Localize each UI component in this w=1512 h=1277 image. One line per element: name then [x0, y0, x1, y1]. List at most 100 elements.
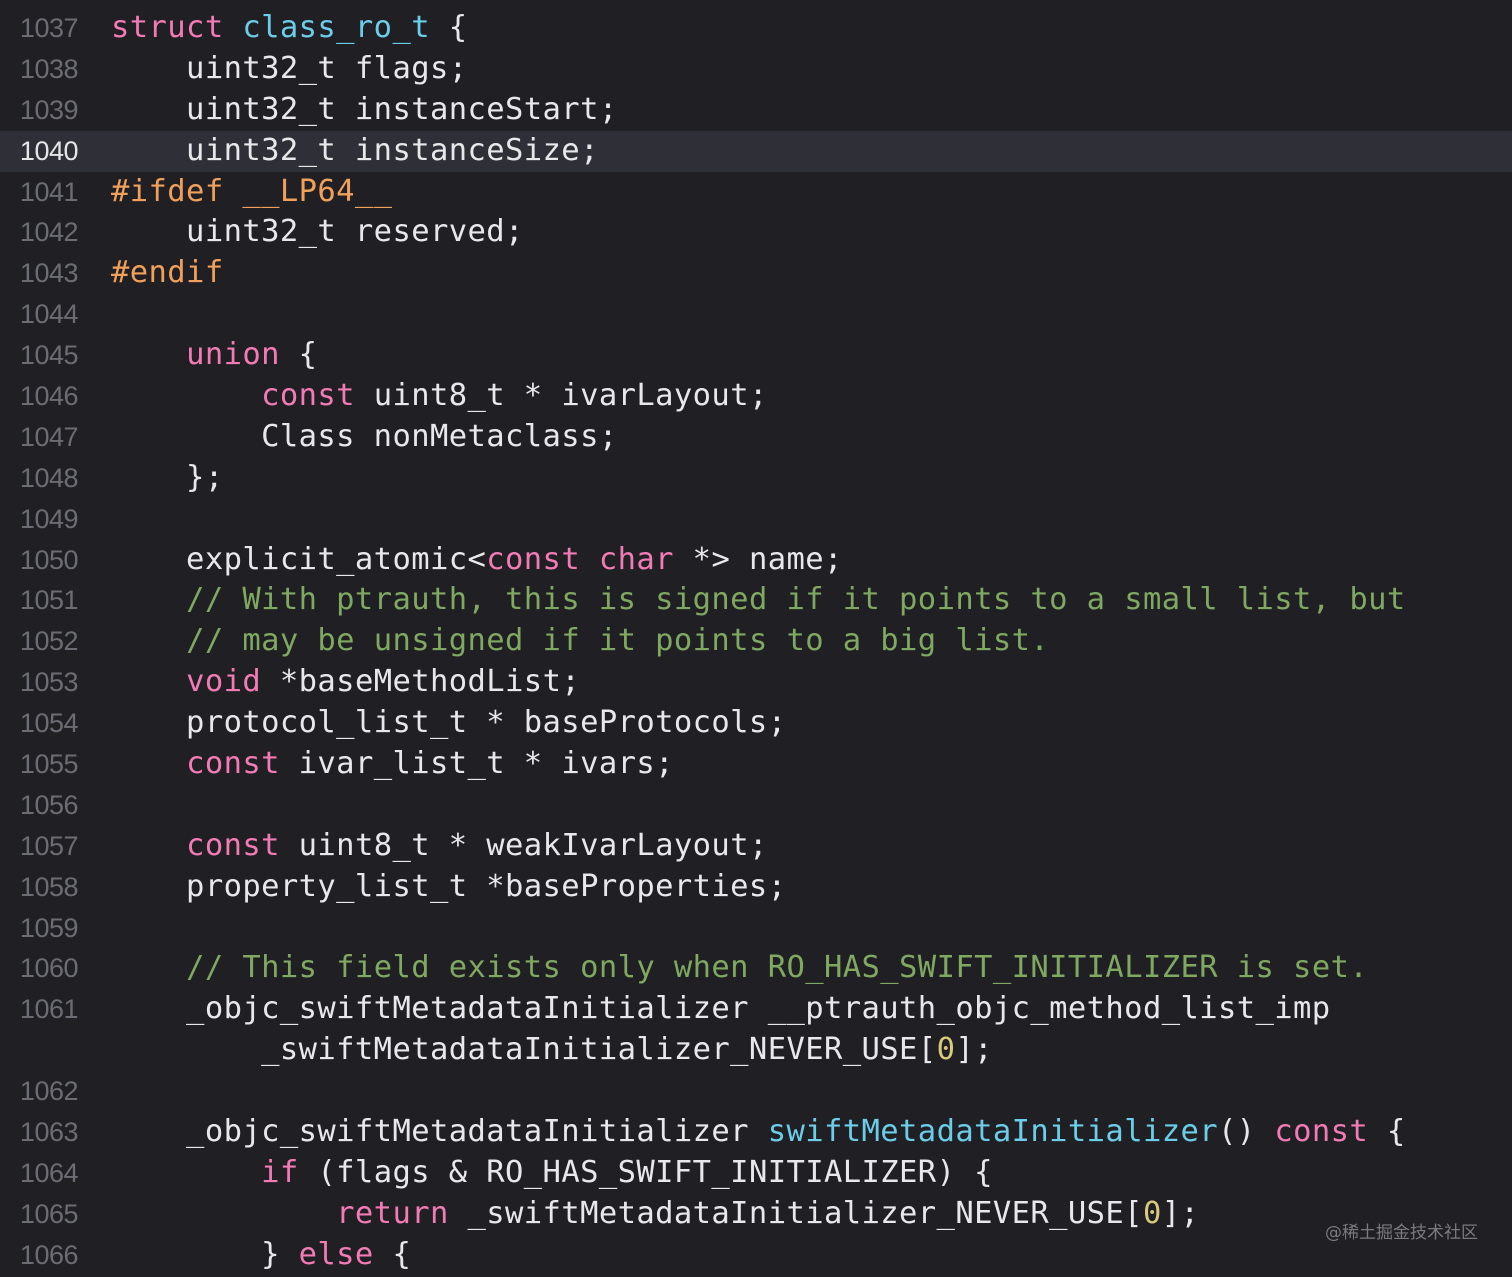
line-number[interactable]: 1054 [0, 703, 80, 744]
keyword-token: void [186, 664, 262, 700]
line-code[interactable]: }; [80, 458, 224, 499]
line-number[interactable]: 1052 [0, 621, 80, 662]
preprocessor-token: #ifdef __LP64__ [111, 173, 393, 209]
code-line[interactable]: 1043 #endif [0, 253, 1512, 294]
line-code[interactable]: if (flags & RO_HAS_SWIFT_INITIALIZER) { [80, 1153, 993, 1194]
line-number[interactable]: 1040 [0, 131, 80, 172]
line-code[interactable]: uint32_t instanceStart; [80, 90, 618, 131]
code-line[interactable]: 1059 [0, 908, 1512, 949]
line-number[interactable]: 1062 [0, 1071, 80, 1112]
code-line[interactable]: 1047 Class nonMetaclass; [0, 417, 1512, 458]
line-code[interactable]: const uint8_t * weakIvarLayout; [80, 826, 768, 867]
code-line[interactable]: 1061 _objc_swiftMetadataInitializer __pt… [0, 989, 1512, 1071]
line-number[interactable]: 1051 [0, 580, 80, 621]
code-line[interactable]: 1048 }; [0, 458, 1512, 499]
line-code[interactable]: Class nonMetaclass; [80, 417, 618, 458]
code-text-token: { [279, 337, 318, 373]
line-code[interactable]: protocol_list_t * baseProtocols; [80, 703, 786, 744]
line-code[interactable]: property_list_t *baseProperties; [80, 867, 786, 908]
line-number[interactable]: 1041 [0, 172, 80, 213]
line-number[interactable]: 1060 [0, 948, 80, 989]
code-text-token: }; [111, 459, 224, 495]
line-number[interactable]: 1064 [0, 1153, 80, 1194]
line-number[interactable]: 1050 [0, 540, 80, 581]
code-editor[interactable]: 1037 struct class_ro_t {1038 uint32_t fla… [0, 8, 1512, 1276]
keyword-token: union [186, 337, 280, 373]
code-line[interactable]: 1037 struct class_ro_t { [0, 8, 1512, 49]
line-code[interactable]: _objc_swiftMetadataInitializer __ptrauth… [80, 989, 1331, 1071]
line-code[interactable]: uint32_t reserved; [80, 212, 524, 253]
line-number[interactable]: 1056 [0, 785, 80, 826]
line-number[interactable]: 1037 [0, 8, 80, 49]
line-number[interactable]: 1045 [0, 335, 80, 376]
line-number[interactable]: 1038 [0, 49, 80, 90]
line-code[interactable]: explicit_atomic<const char *> name; [80, 540, 843, 581]
code-line[interactable]: 1038 uint32_t flags; [0, 49, 1512, 90]
line-number[interactable]: 1059 [0, 908, 80, 949]
line-number[interactable]: 1043 [0, 253, 80, 294]
code-line[interactable]: 1051 // With ptrauth, this is signed if … [0, 580, 1512, 621]
line-number[interactable]: 1055 [0, 744, 80, 785]
line-code[interactable]: uint32_t flags; [80, 49, 468, 90]
line-code[interactable]: void *baseMethodList; [80, 662, 580, 703]
code-text-token: } [111, 1236, 299, 1272]
line-number[interactable]: 1058 [0, 867, 80, 908]
code-line-current[interactable]: 1040 uint32_t instanceSize; [0, 130, 1512, 172]
code-line[interactable]: 1065 return _swiftMetadataInitializer_NE… [0, 1194, 1512, 1235]
line-code[interactable]: const ivar_list_t * ivars; [80, 744, 674, 785]
line-number[interactable]: 1039 [0, 90, 80, 131]
line-number[interactable]: 1053 [0, 662, 80, 703]
code-text-token: () [1218, 1114, 1275, 1150]
comment-token: // may be unsigned if it points to a big… [186, 623, 1050, 659]
line-code[interactable]: } else { [80, 1235, 411, 1276]
code-line[interactable]: 1060 // This field exists only when RO_H… [0, 948, 1512, 989]
code-line[interactable]: 1066 } else { [0, 1235, 1512, 1276]
code-line[interactable]: 1049 [0, 499, 1512, 540]
line-number[interactable]: 1042 [0, 212, 80, 253]
line-number[interactable]: 1046 [0, 376, 80, 417]
code-line[interactable]: 1052 // may be unsigned if it points to … [0, 621, 1512, 662]
code-text-token: uint32_t instanceStart; [111, 91, 618, 127]
code-line[interactable]: 1042 uint32_t reserved; [0, 212, 1512, 253]
code-line[interactable]: 1055 const ivar_list_t * ivars; [0, 744, 1512, 785]
line-code[interactable]: const uint8_t * ivarLayout; [80, 376, 768, 417]
line-code[interactable]: _objc_swiftMetadataInitializer swiftMeta… [80, 1112, 1406, 1153]
line-number[interactable]: 1057 [0, 826, 80, 867]
line-number[interactable]: 1049 [0, 499, 80, 540]
code-line[interactable]: 1056 [0, 785, 1512, 826]
line-code[interactable]: #endif [80, 253, 224, 294]
line-code[interactable]: // may be unsigned if it points to a big… [80, 621, 1049, 662]
line-code[interactable]: uint32_t instanceSize; [80, 131, 599, 172]
line-number[interactable]: 1047 [0, 417, 80, 458]
code-line[interactable]: 1057 const uint8_t * weakIvarLayout; [0, 826, 1512, 867]
code-line[interactable]: 1064 if (flags & RO_HAS_SWIFT_INITIALIZE… [0, 1153, 1512, 1194]
line-code[interactable]: // This field exists only when RO_HAS_SW… [80, 948, 1368, 989]
line-number[interactable]: 1061 [0, 989, 80, 1030]
line-number[interactable]: 1044 [0, 294, 80, 335]
code-line[interactable]: 1044 [0, 294, 1512, 335]
line-code[interactable]: // With ptrauth, this is signed if it po… [80, 580, 1406, 621]
line-code[interactable]: struct class_ro_t { [80, 8, 468, 49]
code-text-token: uint8_t * ivarLayout; [354, 378, 768, 414]
code-line[interactable]: 1045 union { [0, 335, 1512, 376]
line-code[interactable]: union { [80, 335, 317, 376]
line-number[interactable]: 1066 [0, 1235, 80, 1276]
line-code[interactable]: #ifdef __LP64__ [80, 172, 392, 213]
line-number[interactable]: 1063 [0, 1112, 80, 1153]
code-line[interactable]: 1050 explicit_atomic<const char *> name; [0, 540, 1512, 581]
line-number[interactable]: 1065 [0, 1194, 80, 1235]
number-literal-token: 0 [1142, 1195, 1162, 1231]
line-number[interactable]: 1048 [0, 458, 80, 499]
code-line[interactable]: 1041 #ifdef __LP64__ [0, 172, 1512, 213]
code-line[interactable]: 1039 uint32_t instanceStart; [0, 90, 1512, 131]
code-line[interactable]: 1058 property_list_t *baseProperties; [0, 867, 1512, 908]
code-line[interactable]: 1063 _objc_swiftMetadataInitializer swif… [0, 1112, 1512, 1153]
code-line[interactable]: 1054 protocol_list_t * baseProtocols; [0, 703, 1512, 744]
code-text-token: uint32_t reserved; [111, 214, 524, 250]
line-code[interactable]: return _swiftMetadataInitializer_NEVER_U… [80, 1194, 1199, 1235]
code-line[interactable]: 1046 const uint8_t * ivarLayout; [0, 376, 1512, 417]
code-line[interactable]: 1062 [0, 1071, 1512, 1112]
code-line[interactable]: 1053 void *baseMethodList; [0, 662, 1512, 703]
